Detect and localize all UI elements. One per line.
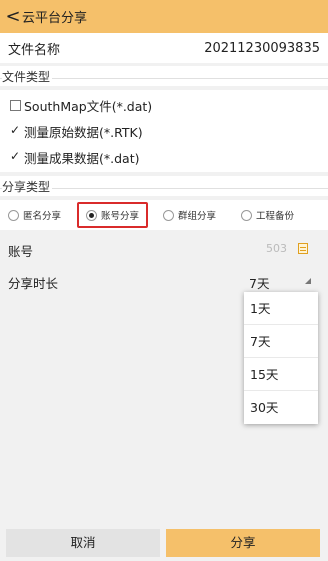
account-label: 账号 [8,244,34,259]
file-type-section-label: 文件类型 [2,68,53,85]
duration-option-15days[interactable]: 15天 [244,358,318,391]
file-name-value: 20211230093835 [204,40,320,56]
file-type-list: SouthMap文件(*.dat) 测量原始数据(*.RTK) 测量成果数据(*… [0,90,328,172]
filetype-rtk-checkbox[interactable]: 测量原始数据(*.RTK) [10,122,143,141]
duration-dropdown-menu: 1天 7天 15天 30天 [244,292,318,424]
duration-label: 分享时长 [8,276,59,291]
radio-unselected-icon [8,209,19,221]
page-title: 云平台分享 [22,11,88,26]
duration-select[interactable]: 7天 [249,273,269,292]
duration-option-30days[interactable]: 30天 [244,391,318,424]
share-type-radio-group: 匿名分享 账号分享 群组分享 工程备份 [0,200,328,230]
duration-option-1day[interactable]: 1天 [244,292,318,325]
cancel-button[interactable]: 取消 [6,529,160,557]
selection-highlight-box [77,202,148,228]
share-type-section-label: 分享类型 [2,178,53,195]
share-button[interactable]: 分享 [166,529,320,557]
title-bar: < 云平台分享 [0,0,328,33]
filetype-label: SouthMap文件(*.dat) [24,99,153,114]
account-input[interactable]: 503 [266,242,287,255]
checkmark-icon [10,123,21,137]
filetype-southmap-checkbox[interactable]: SouthMap文件(*.dat) [10,96,152,115]
action-bar: 取消 分享 [0,528,328,561]
account-row: 账号 503 [0,233,328,263]
duration-row: 分享时长 7天 [0,265,328,295]
radio-label: 群组分享 [178,211,217,222]
checkmark-icon [10,149,21,163]
share-anonymous-radio[interactable]: 匿名分享 [8,200,61,230]
file-type-section-header: 文件类型 [0,66,328,86]
dropdown-arrow-icon[interactable] [305,278,311,284]
duration-option-7days[interactable]: 7天 [244,325,318,358]
filetype-label: 测量成果数据(*.dat) [24,151,140,166]
radio-unselected-icon [163,209,174,221]
back-icon[interactable]: < [0,0,22,33]
share-group-radio[interactable]: 群组分享 [163,200,216,230]
file-name-row: 文件名称 20211230093835 [0,33,328,63]
share-type-section-header: 分享类型 [0,176,328,196]
checkbox-unchecked-icon [10,100,21,111]
radio-label: 工程备份 [256,211,295,222]
radio-label: 匿名分享 [23,211,62,222]
file-name-label: 文件名称 [8,42,61,58]
share-backup-radio[interactable]: 工程备份 [241,200,294,230]
radio-unselected-icon [241,209,252,221]
filetype-label: 测量原始数据(*.RTK) [24,125,143,140]
filetype-result-checkbox[interactable]: 测量成果数据(*.dat) [10,148,139,167]
contact-book-icon[interactable] [298,243,308,254]
